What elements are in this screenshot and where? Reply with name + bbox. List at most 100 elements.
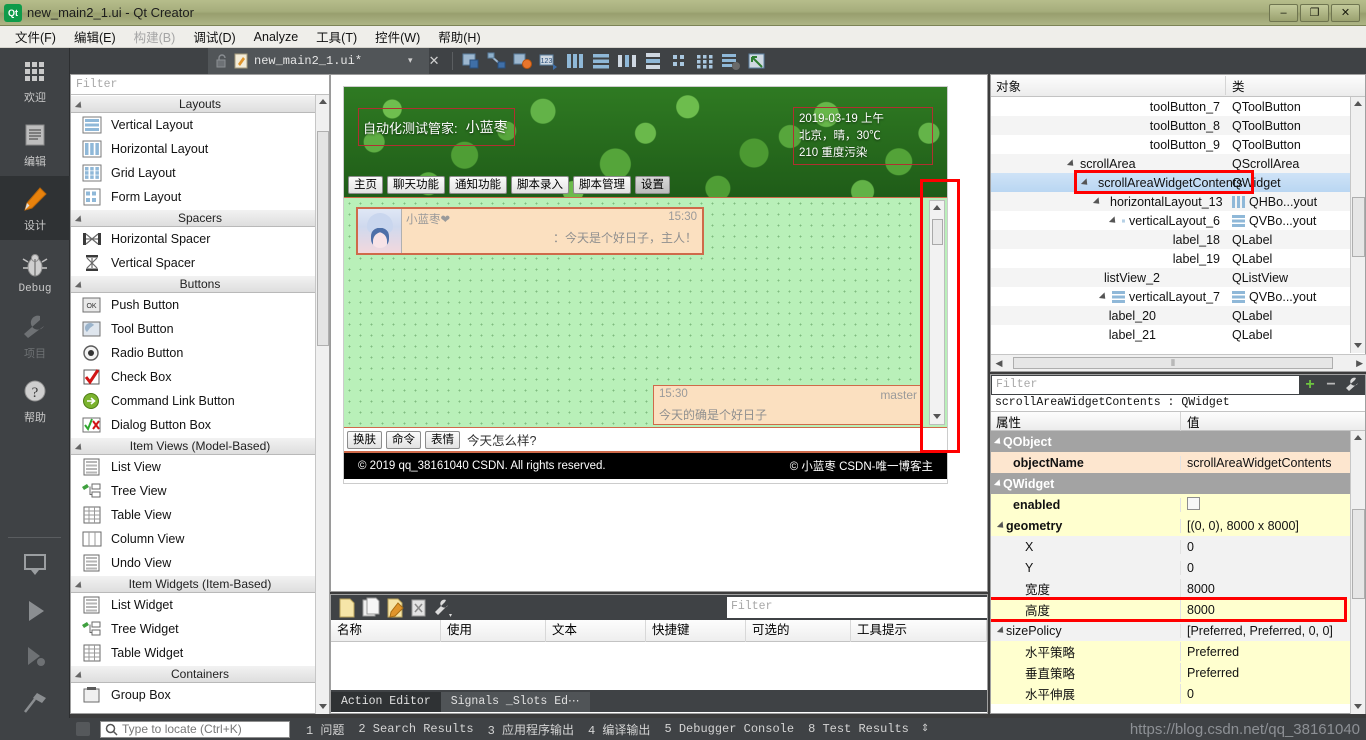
edit-action-icon[interactable] bbox=[383, 597, 407, 619]
object-row-toolbutton9[interactable]: toolButton_9 QToolButton bbox=[991, 135, 1365, 154]
property-value[interactable]: [Preferred, Preferred, 0, 0] bbox=[1187, 624, 1333, 638]
expander-triangle-icon[interactable] bbox=[1066, 158, 1077, 169]
action-filter-input[interactable]: Filter bbox=[727, 597, 987, 618]
form-tab-notify[interactable]: 通知功能 bbox=[449, 176, 507, 194]
widget-item-radio-button[interactable]: Radio Button bbox=[71, 341, 329, 365]
property-row-x[interactable]: X 0 bbox=[991, 536, 1365, 557]
property-value[interactable]: Preferred bbox=[1187, 666, 1239, 680]
form-tab-settings[interactable]: 设置 bbox=[635, 176, 670, 194]
chat-message-incoming[interactable]: 小蓝枣❤ 15:30 ：今天是个好日子，主人！ bbox=[356, 207, 704, 255]
object-row-label20[interactable]: label_20 QLabel bbox=[991, 306, 1365, 325]
object-inspector-vertical-scrollbar[interactable] bbox=[1350, 97, 1365, 353]
property-value[interactable]: 0 bbox=[1187, 540, 1194, 554]
edit-widgets-icon[interactable] bbox=[460, 51, 482, 71]
property-row-width[interactable]: 宽度 8000 bbox=[991, 578, 1365, 599]
object-row-toolbutton7[interactable]: toolButton_7 QToolButton bbox=[991, 97, 1365, 116]
object-row-listview2[interactable]: listView_2 QListView bbox=[991, 268, 1365, 287]
edit-buddies-icon[interactable] bbox=[512, 51, 534, 71]
run-button[interactable] bbox=[0, 588, 70, 634]
widget-category-buttons[interactable]: Buttons bbox=[71, 275, 329, 293]
layout-splitter-horizontal-icon[interactable] bbox=[616, 51, 638, 71]
widget-item-horizontal-layout[interactable]: Horizontal Layout bbox=[71, 137, 329, 161]
layout-splitter-vertical-icon[interactable] bbox=[642, 51, 664, 71]
widget-category-spacers[interactable]: Spacers bbox=[71, 209, 329, 227]
menu-analyze[interactable]: Analyze bbox=[245, 28, 307, 46]
scroll-up-icon[interactable] bbox=[1351, 431, 1365, 445]
widget-item-horizontal-spacer[interactable]: Horizontal Spacer bbox=[71, 227, 329, 251]
widget-item-form-layout[interactable]: Form Layout bbox=[71, 185, 329, 209]
layout-vertically-icon[interactable] bbox=[590, 51, 612, 71]
sidebar-toggle-button[interactable] bbox=[76, 722, 90, 736]
chat-scroll-area[interactable]: 小蓝枣❤ 15:30 ：今天是个好日子，主人！ 15:30 master 今天的… bbox=[344, 197, 947, 427]
property-value[interactable]: Preferred bbox=[1187, 645, 1239, 659]
form-tab-script-manage[interactable]: 脚本管理 bbox=[573, 176, 631, 194]
object-row-label18[interactable]: label_18 QLabel bbox=[991, 230, 1365, 249]
edit-tab-order-icon[interactable]: 123 bbox=[538, 51, 560, 71]
property-group-qwidget[interactable]: QWidget bbox=[991, 473, 1365, 494]
form-tab-script-entry[interactable]: 脚本录入 bbox=[511, 176, 569, 194]
menu-edit[interactable]: 编辑(E) bbox=[65, 25, 125, 48]
app-title-label[interactable]: 自动化测试管家: 小蓝枣 bbox=[358, 108, 515, 146]
widget-item-list-widget[interactable]: List Widget bbox=[71, 593, 329, 617]
menu-widgets[interactable]: 控件(W) bbox=[366, 25, 429, 48]
widget-item-push-button[interactable]: OK Push Button bbox=[71, 293, 329, 317]
menu-debug[interactable]: 调试(D) bbox=[184, 25, 244, 48]
expander-triangle-icon[interactable] bbox=[993, 478, 1004, 489]
output-pane-updown-icon[interactable]: ⇕ bbox=[921, 724, 929, 734]
property-row-height[interactable]: 高度 8000 bbox=[991, 597, 1365, 622]
property-row-horizontal-stretch[interactable]: 水平伸展 0 bbox=[991, 683, 1365, 704]
property-value[interactable]: [(0, 0), 8000 x 8000] bbox=[1187, 519, 1299, 533]
property-settings-button[interactable] bbox=[1341, 376, 1365, 395]
menu-build[interactable]: 构建(B) bbox=[125, 25, 185, 48]
object-row-horizontallayout13[interactable]: horizontalLayout_13 QHBo...yout bbox=[991, 192, 1365, 211]
property-group-qobject[interactable]: QObject bbox=[991, 431, 1365, 452]
scroll-down-icon[interactable] bbox=[316, 700, 329, 714]
close-document-icon[interactable]: ✕ bbox=[429, 53, 440, 69]
widget-category-item-widgets[interactable]: Item Widgets (Item-Based) bbox=[71, 575, 329, 593]
expander-triangle-icon[interactable] bbox=[1080, 177, 1091, 188]
widget-box-filter[interactable]: Filter bbox=[71, 75, 329, 95]
expander-triangle-icon[interactable] bbox=[1108, 215, 1119, 226]
scroll-left-icon[interactable]: ◀ bbox=[991, 358, 1007, 369]
menu-help[interactable]: 帮助(H) bbox=[429, 25, 489, 48]
edit-signals-slots-icon[interactable] bbox=[486, 51, 508, 71]
scroll-down-icon[interactable] bbox=[1351, 700, 1365, 714]
widget-item-vertical-layout[interactable]: Vertical Layout bbox=[71, 113, 329, 137]
widget-category-containers[interactable]: Containers bbox=[71, 665, 329, 683]
property-value[interactable]: 8000 bbox=[1187, 603, 1215, 617]
widget-item-dialog-button-box[interactable]: Dialog Button Box bbox=[71, 413, 329, 437]
property-row-horizontal-policy[interactable]: 水平策略 Preferred bbox=[991, 641, 1365, 662]
form-tab-chat[interactable]: 聊天功能 bbox=[387, 176, 445, 194]
object-inspector-scroll-thumb[interactable] bbox=[1352, 197, 1365, 257]
widget-item-command-link-button[interactable]: Command Link Button bbox=[71, 389, 329, 413]
debug-button[interactable] bbox=[0, 634, 70, 680]
remove-property-button[interactable]: − bbox=[1321, 376, 1341, 394]
column-header-property[interactable]: 属性 bbox=[991, 411, 1181, 431]
menu-file[interactable]: 文件(F) bbox=[6, 25, 65, 48]
property-value[interactable]: 0 bbox=[1187, 687, 1194, 701]
object-inspector-hscroll-thumb[interactable]: ⦀ bbox=[1013, 357, 1333, 369]
object-row-verticallayout7[interactable]: verticalLayout_7 QVBo...yout bbox=[991, 287, 1365, 306]
widget-box-scroll-thumb[interactable] bbox=[317, 131, 329, 346]
widget-item-tool-button[interactable]: Tool Button bbox=[71, 317, 329, 341]
column-header-shortcut[interactable]: 快捷键 bbox=[646, 619, 746, 642]
object-row-verticallayout6[interactable]: verticalLayout_6 QVBo...yout bbox=[991, 211, 1365, 230]
object-row-scrollareawidgetcontents[interactable]: scrollAreaWidgetContents QWidget bbox=[991, 170, 1365, 194]
scroll-up-icon[interactable] bbox=[1351, 97, 1365, 111]
enabled-checkbox[interactable] bbox=[1187, 496, 1200, 510]
widget-item-table-view[interactable]: Table View bbox=[71, 503, 329, 527]
adjust-size-icon[interactable] bbox=[746, 51, 768, 71]
chat-message-outgoing[interactable]: 15:30 master 今天的确是个好日子 bbox=[653, 385, 923, 425]
layout-form-icon[interactable] bbox=[668, 51, 690, 71]
layout-horizontally-icon[interactable] bbox=[564, 51, 586, 71]
property-filter-input[interactable]: Filter bbox=[992, 376, 1299, 394]
widget-item-check-box[interactable]: Check Box bbox=[71, 365, 329, 389]
tab-action-editor[interactable]: Action Editor bbox=[331, 692, 441, 712]
mode-welcome[interactable]: 欢迎 bbox=[0, 48, 70, 112]
column-header-tooltip[interactable]: 工具提示 bbox=[851, 619, 987, 642]
mode-edit[interactable]: 编辑 bbox=[0, 112, 70, 176]
chat-vertical-scrollbar[interactable] bbox=[929, 200, 945, 425]
property-row-sizepolicy[interactable]: sizePolicy [Preferred, Preferred, 0, 0] bbox=[991, 620, 1365, 641]
chevron-down-icon[interactable]: ▾ bbox=[408, 56, 413, 66]
property-value[interactable]: 8000 bbox=[1187, 582, 1215, 596]
